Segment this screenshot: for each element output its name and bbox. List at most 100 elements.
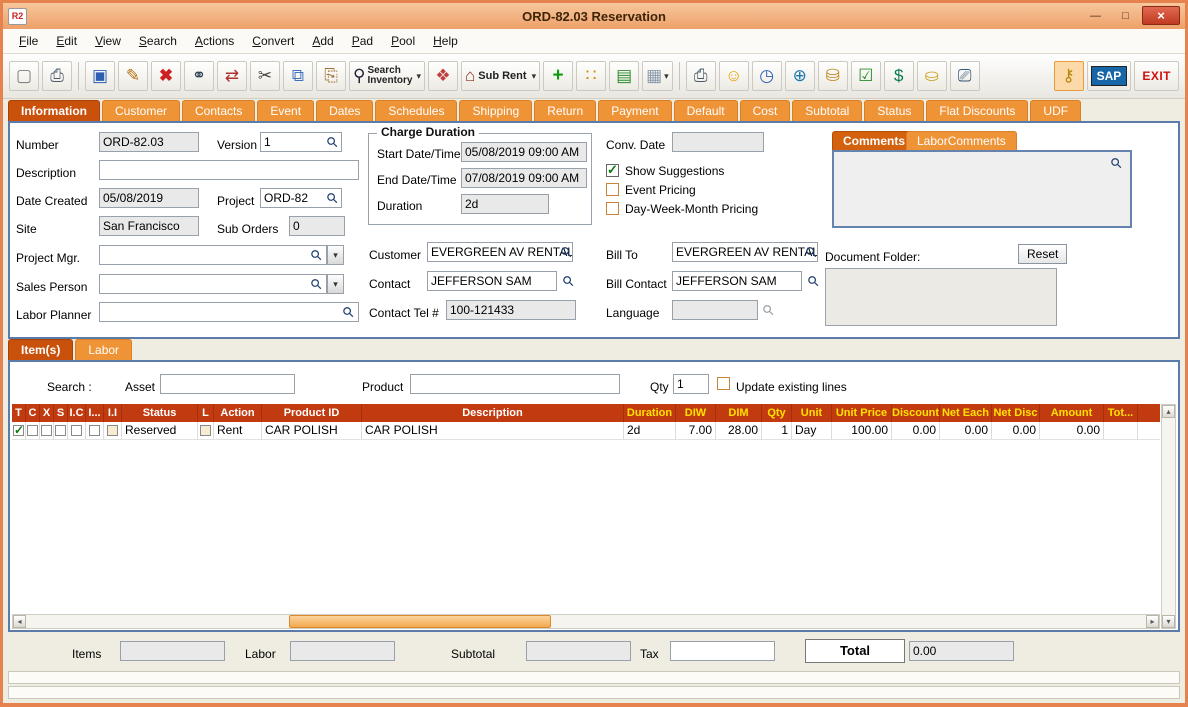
minimize-button[interactable]: — — [1082, 6, 1109, 25]
cut-button[interactable]: ✂ — [250, 61, 280, 91]
col-header-action[interactable]: Action — [214, 404, 262, 422]
add-button[interactable]: + — [543, 61, 574, 91]
tab-udf[interactable]: UDF — [1030, 100, 1082, 121]
project-lookup-button[interactable]: ⚲ — [323, 189, 342, 208]
tab-payment[interactable]: Payment — [598, 100, 672, 121]
tab-event[interactable]: Event — [257, 100, 315, 121]
col-header-ii[interactable]: I.I — [104, 404, 122, 422]
col-header-l[interactable]: L — [198, 404, 214, 422]
col-header-diw[interactable]: DIW — [676, 404, 716, 422]
transfer-button[interactable]: ⇄ — [217, 61, 247, 91]
paste-button[interactable]: ⎘ — [316, 61, 346, 91]
product-input[interactable] — [410, 374, 620, 394]
comments-textarea[interactable] — [832, 150, 1132, 228]
asset-input[interactable] — [160, 374, 295, 394]
version-lookup-button[interactable]: ⚲ — [323, 133, 342, 152]
row-checkbox-ii[interactable] — [107, 425, 118, 436]
smiley-button[interactable]: ☺ — [718, 61, 749, 91]
row-checkbox-ic[interactable] — [71, 425, 82, 436]
row-checkbox-i2[interactable] — [89, 425, 100, 436]
search-inventory-button[interactable]: ⚲ Search Inventory ▾ — [349, 61, 425, 91]
col-header-total[interactable]: Tot... — [1104, 404, 1138, 422]
sales-person-dropdown-button[interactable]: ▾ — [327, 274, 344, 294]
horizontal-scrollbar[interactable]: ◂ ▸ — [12, 614, 1160, 629]
description-field[interactable] — [99, 160, 359, 180]
col-header-s[interactable]: S — [54, 404, 68, 422]
col-header-t[interactable]: T — [12, 404, 26, 422]
table-row[interactable]: ✓ Reserved Rent CAR POLISH CAR POLISH 2d… — [12, 422, 1160, 440]
contact-field[interactable]: JEFFERSON SAM — [427, 271, 557, 291]
tab-return[interactable]: Return — [534, 100, 597, 121]
project-mgr-dropdown-button[interactable]: ▾ — [327, 245, 344, 265]
sap-button[interactable]: SAP — [1086, 61, 1132, 91]
menu-view[interactable]: View — [87, 31, 129, 51]
row-checkbox-t[interactable]: ✓ — [13, 423, 24, 437]
tab-shipping[interactable]: Shipping — [459, 100, 533, 121]
row-checkbox-s[interactable] — [55, 425, 66, 436]
tab-default[interactable]: Default — [673, 100, 738, 121]
reset-button[interactable]: Reset — [1018, 244, 1068, 264]
contact-lookup-button[interactable]: ⚲ — [559, 272, 578, 291]
tab-comments[interactable]: Comments — [832, 131, 917, 150]
tab-status[interactable]: Status — [864, 100, 925, 121]
notes-button[interactable]: ▤ — [609, 61, 640, 91]
col-header-ic[interactable]: I.C — [68, 404, 86, 422]
search-inventory-dropdown-icon[interactable]: ▾ — [416, 71, 421, 82]
database-button[interactable]: ⛁ — [817, 61, 848, 91]
horizontal-scrollbar-thumb[interactable] — [289, 615, 551, 628]
project-mgr-lookup-button[interactable]: ⚲ — [307, 246, 326, 265]
col-header-net-each[interactable]: Net Each — [940, 404, 992, 422]
col-header-unit-price[interactable]: Unit Price — [832, 404, 892, 422]
shapes-button[interactable]: ❖ — [428, 61, 458, 91]
row-checkbox-l[interactable] — [200, 425, 211, 436]
comments-lookup-button[interactable]: ⚲ — [1107, 154, 1126, 173]
maximize-button[interactable]: □ — [1112, 6, 1139, 25]
update-existing-lines-checkbox[interactable] — [717, 377, 730, 390]
save-button[interactable]: ▣ — [85, 61, 115, 91]
tab-labor-comments[interactable]: LaborComments — [906, 131, 1017, 150]
tab-cost[interactable]: Cost — [739, 100, 791, 121]
row-checkbox-c[interactable] — [27, 425, 38, 436]
tab-contacts[interactable]: Contacts — [182, 100, 256, 121]
col-header-x[interactable]: X — [40, 404, 54, 422]
menu-actions[interactable]: Actions — [187, 31, 242, 51]
col-header-duration[interactable]: Duration — [624, 404, 676, 422]
row-checkbox-x[interactable] — [41, 425, 52, 436]
col-header-qty[interactable]: Qty — [762, 404, 792, 422]
grid-dropdown-icon[interactable]: ▾ — [664, 71, 669, 82]
qty-input[interactable]: 1 — [673, 374, 709, 394]
print-button[interactable]: ⎙ — [42, 61, 72, 91]
menu-add[interactable]: Add — [304, 31, 341, 51]
sales-person-field[interactable] — [99, 274, 327, 294]
menu-convert[interactable]: Convert — [244, 31, 302, 51]
project-mgr-field[interactable] — [99, 245, 327, 265]
col-header-status[interactable]: Status — [122, 404, 198, 422]
grid-button[interactable]: ▦ ▾ — [642, 61, 673, 91]
bill-to-lookup-button[interactable]: ⚲ — [802, 243, 821, 262]
menu-pad[interactable]: Pad — [344, 31, 381, 51]
col-header-discount[interactable]: Discount — [892, 404, 940, 422]
find-button[interactable]: ⚭ — [184, 61, 214, 91]
scroll-right-button[interactable]: ▸ — [1146, 615, 1159, 628]
tab-labor[interactable]: Labor — [75, 339, 133, 360]
group-button[interactable]: ∷ — [576, 61, 607, 91]
copy-button[interactable]: ⧉ — [283, 61, 313, 91]
tab-dates[interactable]: Dates — [316, 100, 374, 121]
col-header-unit[interactable]: Unit — [792, 404, 832, 422]
close-button[interactable]: × — [1142, 6, 1180, 25]
scroll-left-button[interactable]: ◂ — [13, 615, 26, 628]
col-header-amount[interactable]: Amount — [1040, 404, 1104, 422]
print-document-button[interactable]: ⎙ — [685, 61, 716, 91]
col-header-net-disc[interactable]: Net Disc — [992, 404, 1040, 422]
menu-search[interactable]: Search — [131, 31, 185, 51]
exit-button[interactable]: EXIT — [1134, 61, 1179, 91]
tab-customer[interactable]: Customer — [102, 100, 181, 121]
col-header-dim[interactable]: DIM — [716, 404, 762, 422]
bill-to-field[interactable]: EVERGREEN AV RENTALS — [672, 242, 818, 262]
web-button[interactable]: ⊕ — [784, 61, 815, 91]
event-pricing-checkbox[interactable] — [606, 183, 619, 196]
col-header-c[interactable]: C — [26, 404, 40, 422]
col-header-i2[interactable]: I... — [86, 404, 104, 422]
tab-information[interactable]: Information — [8, 100, 100, 121]
history-button[interactable]: ◷ — [751, 61, 782, 91]
